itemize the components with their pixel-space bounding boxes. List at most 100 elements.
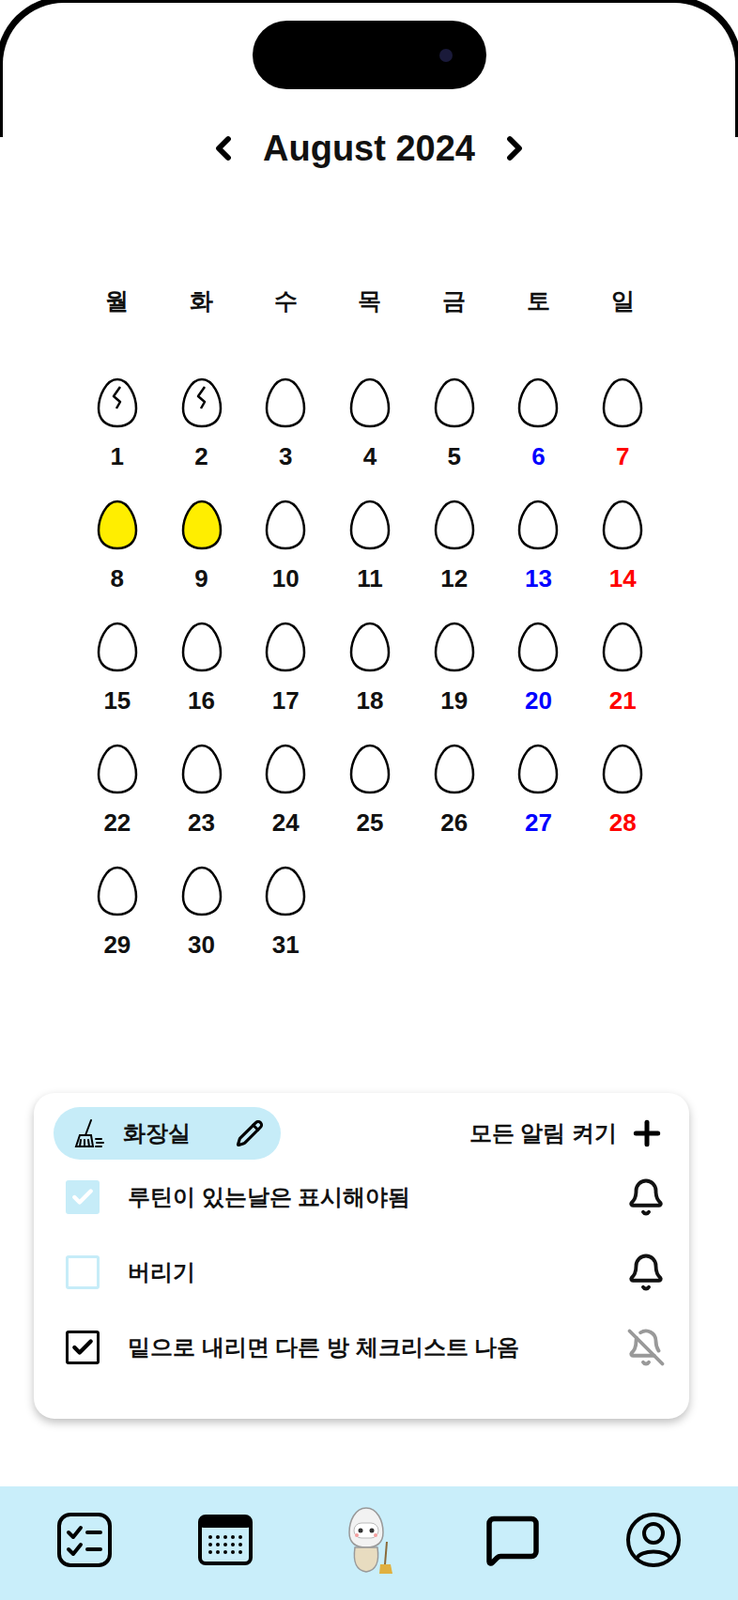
- month-title: August 2024: [262, 122, 476, 176]
- egg-icon: [432, 743, 477, 795]
- calendar-day[interactable]: 14: [580, 499, 665, 593]
- calendar-day[interactable]: 18: [327, 621, 413, 715]
- calendar-day[interactable]: 6: [496, 377, 582, 471]
- checklist-item: 버리기: [53, 1234, 670, 1310]
- day-number: 27: [524, 808, 553, 837]
- calendar-day[interactable]: 27: [496, 743, 582, 837]
- egg-icon: [516, 621, 560, 673]
- calendar-day[interactable]: 11: [327, 499, 413, 593]
- egg-icon: [348, 621, 392, 673]
- weekday-label: 월: [75, 283, 160, 320]
- weekday-label: 일: [580, 283, 665, 320]
- egg-icon: [180, 499, 224, 551]
- day-number: 29: [103, 930, 131, 959]
- weekday-label: 수: [243, 283, 328, 320]
- calendar-icon[interactable]: [197, 1511, 254, 1569]
- checkbox[interactable]: [65, 1255, 100, 1290]
- calendar-grid: 1234567891011121314151617181920212223242…: [75, 377, 665, 959]
- weekday-label: 목: [327, 283, 413, 320]
- calendar-day[interactable]: 19: [412, 621, 497, 715]
- day-number: 12: [440, 564, 468, 593]
- day-number: 21: [609, 686, 637, 715]
- calendar-day[interactable]: 22: [75, 743, 160, 837]
- all-alarms-button[interactable]: 모든 알림 켜기: [469, 1114, 670, 1153]
- calendar-day[interactable]: 28: [580, 743, 665, 837]
- calendar-day[interactable]: 7: [580, 377, 665, 471]
- egg-icon: [516, 499, 560, 551]
- egg-icon: [600, 743, 645, 795]
- egg-icon: [180, 621, 224, 673]
- calendar-day[interactable]: 9: [159, 499, 245, 593]
- egg-icon: [348, 377, 392, 429]
- calendar-day[interactable]: 12: [412, 499, 497, 593]
- calendar-day[interactable]: 8: [75, 499, 160, 593]
- profile-icon[interactable]: [625, 1511, 682, 1569]
- bell-off-icon[interactable]: [626, 1327, 666, 1368]
- add-icon[interactable]: [628, 1114, 666, 1153]
- calendar-day[interactable]: 1: [75, 377, 160, 471]
- checkbox[interactable]: [65, 1180, 100, 1215]
- egg-icon: [95, 743, 139, 795]
- calendar-day[interactable]: 15: [75, 621, 160, 715]
- edit-icon[interactable]: [235, 1119, 264, 1148]
- calendar-day[interactable]: 21: [580, 621, 665, 715]
- calendar-day[interactable]: 2: [159, 377, 245, 471]
- checklist-item: 루틴이 있는날은 표시해야됨: [53, 1159, 670, 1235]
- day-number: 7: [615, 442, 630, 471]
- calendar-day[interactable]: 5: [412, 377, 497, 471]
- camera-icon: [439, 48, 453, 62]
- calendar-day[interactable]: 17: [243, 621, 328, 715]
- room-pill[interactable]: 화장실: [53, 1107, 281, 1160]
- calendar-day[interactable]: 26: [412, 743, 497, 837]
- egg-icon: [263, 377, 308, 429]
- next-month-icon[interactable]: [495, 129, 534, 168]
- app-screen: August 2024월화수목금토일1234567891011121314151…: [0, 0, 738, 1600]
- calendar-day[interactable]: 23: [159, 743, 245, 837]
- day-number: 10: [272, 564, 300, 593]
- calendar-day[interactable]: 30: [159, 865, 245, 959]
- day-number: 4: [363, 442, 377, 471]
- calendar-day[interactable]: 29: [75, 865, 160, 959]
- checklist-header: 화장실 모든 알림 켜기: [53, 1107, 670, 1160]
- calendar-day[interactable]: 25: [327, 743, 413, 837]
- egg-icon: [263, 865, 308, 917]
- egg-icon: [180, 377, 224, 429]
- day-number: 25: [356, 808, 385, 837]
- day-number: 30: [187, 930, 216, 959]
- chat-icon[interactable]: [484, 1511, 541, 1569]
- bell-icon[interactable]: [626, 1252, 666, 1292]
- checklist-icon[interactable]: [56, 1511, 113, 1569]
- egg-icon: [180, 743, 224, 795]
- egg-icon: [95, 499, 139, 551]
- weekday-label: 토: [496, 283, 582, 320]
- item-text: 밑으로 내리면 다른 방 체크리스트 나옴: [127, 1330, 627, 1365]
- egg-icon: [263, 621, 308, 673]
- prev-month-icon[interactable]: [204, 129, 243, 168]
- day-number: 20: [524, 686, 553, 715]
- check-icon: [70, 1184, 95, 1210]
- mascot-icon[interactable]: [338, 1504, 400, 1576]
- day-number: 14: [609, 564, 637, 593]
- checkbox[interactable]: [65, 1330, 100, 1365]
- calendar-day[interactable]: 4: [327, 377, 413, 471]
- calendar-day[interactable]: 20: [496, 621, 582, 715]
- day-number: 1: [110, 442, 124, 471]
- bell-icon[interactable]: [626, 1177, 666, 1217]
- calendar-day[interactable]: 24: [243, 743, 328, 837]
- egg-icon: [432, 377, 477, 429]
- day-number: 2: [194, 442, 208, 471]
- calendar-day[interactable]: 31: [243, 865, 328, 959]
- item-text: 루틴이 있는날은 표시해야됨: [127, 1180, 627, 1215]
- calendar-day[interactable]: 13: [496, 499, 582, 593]
- day-number: 5: [446, 442, 461, 471]
- egg-icon: [600, 499, 645, 551]
- month-header: August 2024: [0, 125, 738, 171]
- calendar-day[interactable]: 3: [243, 377, 328, 471]
- broom-icon: [72, 1116, 107, 1151]
- day-number: 18: [356, 686, 385, 715]
- calendar-day[interactable]: 10: [243, 499, 328, 593]
- calendar-day[interactable]: 16: [159, 621, 245, 715]
- day-number: 6: [531, 442, 545, 471]
- item-text: 버리기: [127, 1255, 627, 1290]
- weekday-label: 화: [159, 283, 245, 320]
